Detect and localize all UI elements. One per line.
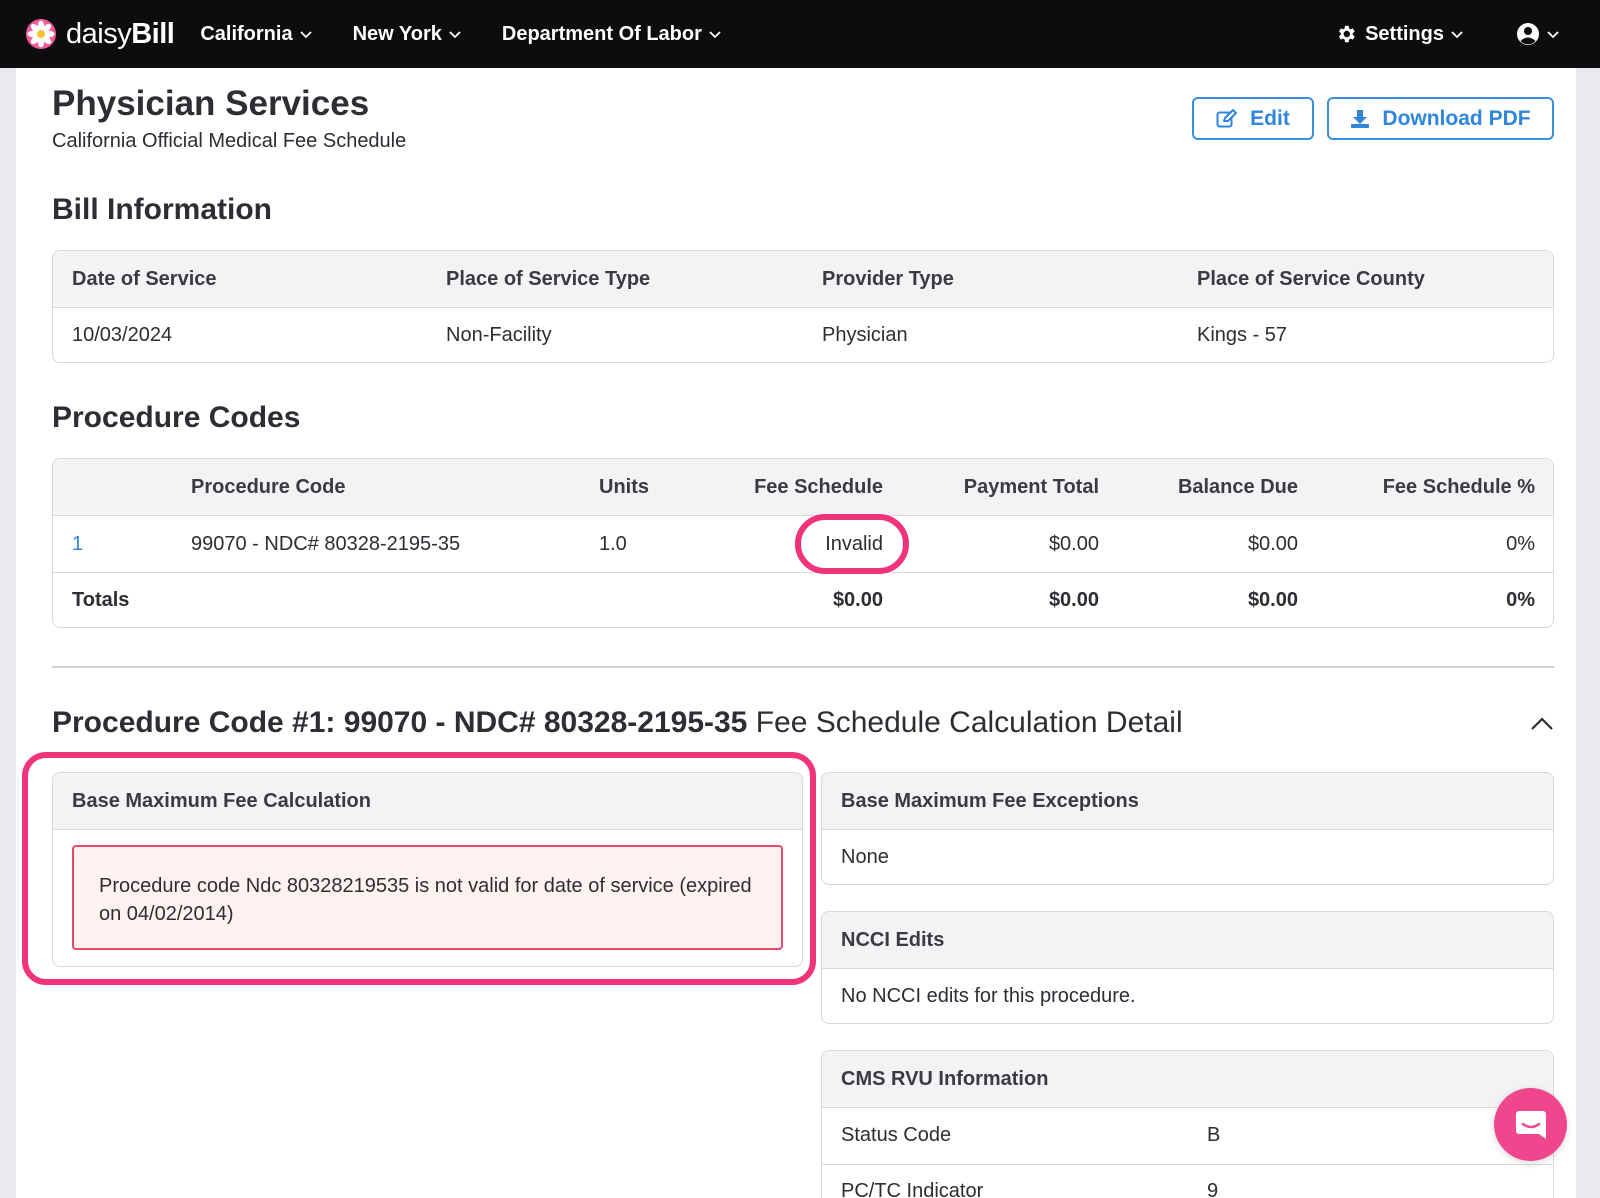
window-rail-left — [0, 68, 16, 1198]
header-provider-type: Provider Type — [822, 268, 954, 290]
date-of-service-value: 10/03/2024 — [72, 324, 173, 346]
status-code-label: Status Code — [841, 1124, 952, 1146]
balance-due-value: $0.00 — [1247, 533, 1298, 555]
header-date-of-service: Date of Service — [72, 268, 217, 290]
header-place-of-service-type: Place of Service Type — [446, 268, 651, 290]
error-alert: Procedure code Ndc 80328219535 is not va… — [72, 845, 783, 950]
calculation-detail-title-rest: Fee Schedule Calculation Detail — [747, 706, 1183, 739]
header-procedure-code: Procedure Code — [191, 476, 346, 498]
download-pdf-label: Download PDF — [1382, 106, 1531, 130]
pc-tc-indicator-value: 9 — [1207, 1180, 1219, 1198]
nav-california-label: California — [200, 22, 293, 45]
header-units: Units — [599, 476, 649, 498]
chevron-down-icon — [709, 31, 721, 39]
chevron-down-icon — [1451, 31, 1463, 39]
cms-rvu-information-title: CMS RVU Information — [841, 1068, 1049, 1090]
error-message: Procedure code Ndc 80328219535 is not va… — [99, 875, 752, 925]
logo-text: daisyBill — [66, 17, 175, 51]
status-code-value: B — [1207, 1124, 1221, 1146]
download-icon — [1351, 109, 1370, 128]
chevron-down-icon — [1547, 31, 1559, 39]
procedure-codes-title: Procedure Codes — [52, 401, 301, 434]
bill-information-table: Date of Service Place of Service Type Pr… — [52, 250, 1554, 363]
fee-schedule-pct-value: 0% — [1506, 533, 1535, 555]
totals-balance-due: $0.00 — [1247, 589, 1298, 611]
cms-rvu-information-card: CMS RVU Information Status Code B PC/TC … — [821, 1050, 1554, 1198]
nav-new-york-label: New York — [352, 22, 442, 45]
ncci-edits-title: NCCI Edits — [841, 929, 945, 951]
main-content — [16, 68, 1576, 1198]
ncci-edits-card: NCCI Edits No NCCI edits for this proced… — [821, 911, 1554, 1024]
units-value: 1.0 — [599, 533, 627, 555]
edit-button-label: Edit — [1250, 106, 1290, 130]
window-rail-right — [1576, 68, 1600, 1198]
page-subtitle: California Official Medical Fee Schedule — [52, 130, 407, 152]
totals-fee-schedule-pct: 0% — [1506, 589, 1535, 611]
nav-user-menu[interactable] — [1516, 22, 1560, 46]
user-circle-icon — [1517, 23, 1539, 45]
chevron-up-icon[interactable] — [1530, 715, 1554, 733]
nav-california[interactable]: California — [200, 23, 312, 46]
fee-schedule-status: Invalid — [825, 533, 883, 555]
gear-icon — [1339, 25, 1355, 43]
base-max-fee-exceptions-card: Base Maximum Fee Exceptions None — [821, 772, 1554, 885]
base-max-fee-calculation-title: Base Maximum Fee Calculation — [72, 790, 371, 812]
totals-label: Totals — [72, 589, 130, 611]
nav-settings[interactable]: Settings — [1335, 23, 1464, 46]
payment-total-value: $0.00 — [1048, 533, 1099, 555]
edit-icon — [1216, 108, 1238, 127]
page-title: Physician Services — [52, 84, 370, 123]
header-payment-total: Payment Total — [963, 476, 1099, 498]
procedure-code-value: 99070 - NDC# 80328-2195-35 — [191, 533, 461, 555]
calculation-detail-title-code: Procedure Code #1: 99070 - NDC# 80328-21… — [52, 706, 748, 739]
logo[interactable]: daisyBill — [24, 17, 175, 51]
base-max-fee-exceptions-value: None — [841, 846, 889, 868]
section-divider — [52, 666, 1554, 668]
place-of-service-county-value: Kings - 57 — [1197, 324, 1288, 346]
header-balance-due: Balance Due — [1177, 476, 1298, 498]
chevron-down-icon — [299, 31, 312, 39]
chat-launcher-button[interactable] — [1494, 1088, 1567, 1161]
totals-fee-schedule: $0.00 — [832, 589, 883, 611]
pc-tc-indicator-label: PC/TC Indicator — [841, 1180, 984, 1198]
nav-new-york[interactable]: New York — [353, 23, 462, 46]
place-of-service-type-value: Non-Facility — [446, 324, 552, 346]
totals-payment-total: $0.00 — [1048, 589, 1099, 611]
nav-department-of-labor[interactable]: Department Of Labor — [502, 23, 722, 46]
logo-text-bold: Bill — [131, 17, 175, 50]
provider-type-value: Physician — [822, 324, 908, 346]
top-navbar: daisyBill California New York Department… — [0, 0, 1600, 68]
chevron-down-icon — [449, 31, 461, 39]
edit-button[interactable]: Edit — [1192, 97, 1314, 140]
download-pdf-button[interactable]: Download PDF — [1327, 97, 1554, 140]
daisy-logo-icon — [26, 19, 56, 49]
nav-dol-label: Department Of Labor — [501, 22, 702, 45]
header-fee-schedule: Fee Schedule — [754, 476, 883, 498]
chat-icon — [1515, 1110, 1546, 1139]
calculation-detail-title: Procedure Code #1: 99070 - NDC# 80328-21… — [52, 706, 1183, 740]
ncci-edits-value: No NCCI edits for this procedure. — [841, 985, 1136, 1007]
header-fee-schedule-pct: Fee Schedule % — [1382, 476, 1535, 498]
base-max-fee-exceptions-title: Base Maximum Fee Exceptions — [841, 790, 1139, 812]
nav-settings-label: Settings — [1365, 22, 1444, 45]
header-place-of-service-county: Place of Service County — [1197, 268, 1425, 290]
procedure-row-index-link[interactable]: 1 — [72, 533, 83, 556]
logo-text-light: daisy — [66, 17, 132, 50]
procedure-codes-table: Procedure Code Units Fee Schedule Paymen… — [52, 458, 1554, 628]
bill-information-title: Bill Information — [52, 193, 272, 226]
